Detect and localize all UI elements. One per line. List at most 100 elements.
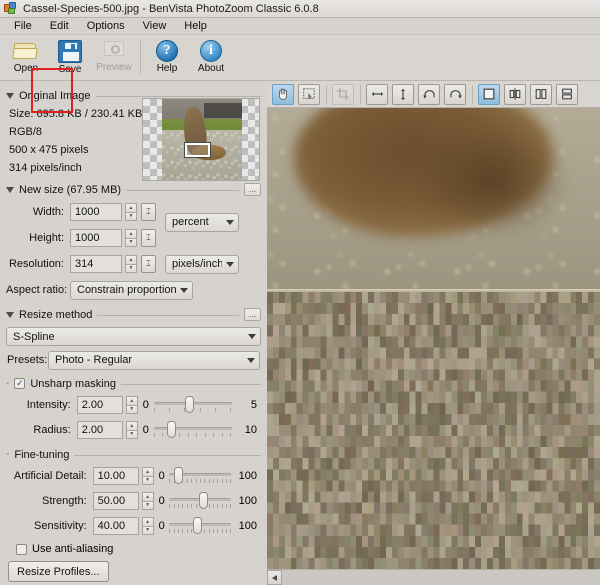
aspect-ratio-combo[interactable]: Constrain proportions <box>70 280 193 300</box>
resolution-row: Resolution: ▲▼ ⌶ pixels/inch <box>6 253 261 275</box>
sensitivity-slider-handle[interactable] <box>192 517 202 534</box>
sensitivity-input[interactable] <box>92 517 139 535</box>
radius-label: Radius: <box>33 424 71 436</box>
thumbnail-selection-rect[interactable] <box>185 143 210 157</box>
flip-horizontal-icon <box>371 92 383 96</box>
menu-edit[interactable]: Edit <box>42 19 77 33</box>
split-pane-icon <box>509 88 521 100</box>
section-rule <box>120 383 261 385</box>
original-image-title: Original Image <box>19 89 91 102</box>
view-single-button[interactable] <box>478 83 500 105</box>
scrollbar-track[interactable] <box>282 570 600 585</box>
width-input[interactable] <box>70 203 122 221</box>
marquee-select-tool[interactable] <box>298 83 320 105</box>
new-size-section-header[interactable]: New size (67.95 MB) ... <box>6 182 261 197</box>
flip-horizontal-button[interactable] <box>366 83 388 105</box>
intensity-slider[interactable] <box>153 396 232 414</box>
strength-max: 100 <box>238 495 257 507</box>
preview-top-smooth <box>267 108 600 289</box>
about-button[interactable]: i About <box>189 37 233 79</box>
section-rule <box>126 189 239 191</box>
presets-value: Photo - Regular <box>55 354 133 366</box>
rotate-left-icon <box>422 90 435 99</box>
menu-options[interactable]: Options <box>79 19 133 33</box>
strength-input[interactable] <box>92 492 139 510</box>
presets-combo[interactable]: Photo - Regular <box>48 350 260 370</box>
floppy-disk-icon <box>58 40 82 63</box>
artificial-detail-slider-handle[interactable] <box>174 467 184 484</box>
view-split-button[interactable] <box>504 83 526 105</box>
sensitivity-min: 0 <box>158 520 165 532</box>
height-lock-button[interactable]: ⌶ <box>141 229 156 247</box>
horizontal-scrollbar[interactable] <box>267 569 600 585</box>
height-stepper[interactable]: ▲ ▼ <box>125 229 137 247</box>
height-input[interactable] <box>70 229 122 247</box>
section-rule <box>97 314 239 316</box>
artificial-detail-input[interactable] <box>92 467 139 485</box>
strength-stepper[interactable]: ▲ ▼ <box>141 492 154 510</box>
radius-slider-handle[interactable] <box>166 421 176 438</box>
chevron-down-icon <box>226 261 234 267</box>
size-unit-combo[interactable]: percent <box>165 212 239 232</box>
flip-vertical-button[interactable] <box>392 83 414 105</box>
app-logo-icon <box>4 2 17 15</box>
resolution-stepper[interactable]: ▲ ▼ <box>125 255 137 273</box>
resize-profiles-button[interactable]: Resize Profiles... <box>8 561 109 582</box>
width-row: Width: ▲▼ ⌶ percent <box>6 201 261 232</box>
width-lock-button[interactable]: ⌶ <box>141 203 156 221</box>
save-button[interactable]: Save <box>48 37 92 79</box>
toolbar-separator <box>326 84 327 104</box>
strength-label: Strength: <box>41 495 87 507</box>
marquee-select-icon <box>303 88 315 100</box>
unsharp-masking-checkbox[interactable]: ✓ <box>14 378 26 389</box>
menu-help[interactable]: Help <box>176 19 215 33</box>
sensitivity-slider[interactable] <box>169 517 232 535</box>
resize-method-section-header[interactable]: Resize method ... <box>6 307 261 322</box>
help-button[interactable]: ? Help <box>145 37 189 79</box>
hand-tool[interactable] <box>272 83 294 105</box>
width-stepper[interactable]: ▲ ▼ <box>125 203 137 221</box>
preview-canvas[interactable] <box>267 108 600 569</box>
resolution-unit-combo[interactable]: pixels/inch <box>165 254 239 274</box>
artificial-detail-slider[interactable] <box>169 467 232 485</box>
intensity-input[interactable] <box>76 396 123 414</box>
resize-method-options-button[interactable]: ... <box>244 308 261 321</box>
image-thumbnail[interactable] <box>142 98 260 181</box>
intensity-stepper[interactable]: ▲ ▼ <box>125 396 138 414</box>
scroll-left-button[interactable] <box>267 570 282 585</box>
anti-aliasing-checkbox[interactable]: ✓ <box>16 543 27 555</box>
radius-input[interactable] <box>76 421 123 439</box>
menu-file[interactable]: File <box>6 19 40 33</box>
section-dash: - <box>6 448 10 460</box>
rotate-right-icon <box>449 90 462 99</box>
collapse-triangle-icon <box>6 311 14 318</box>
menu-view[interactable]: View <box>135 19 175 33</box>
height-label: Height: <box>29 232 64 244</box>
stacked-pane-icon <box>562 88 572 100</box>
unsharp-masking-header: - ✓ Unsharp masking <box>6 376 261 391</box>
chevron-down-icon <box>248 334 256 339</box>
view-side-by-side-button[interactable] <box>530 83 552 105</box>
resize-method-value: S-Spline <box>13 330 55 343</box>
radius-stepper[interactable]: ▲ ▼ <box>125 421 138 439</box>
intensity-slider-handle[interactable] <box>184 396 194 413</box>
sensitivity-stepper[interactable]: ▲ ▼ <box>141 517 154 535</box>
resolution-unit-value: pixels/inch <box>172 258 222 270</box>
strength-slider-handle[interactable] <box>199 492 209 509</box>
question-mark-icon: ? <box>156 40 178 62</box>
resize-method-combo[interactable]: S-Spline <box>6 327 261 346</box>
view-stacked-button[interactable] <box>556 83 578 105</box>
rotate-right-button[interactable] <box>444 83 466 105</box>
section-rule <box>95 95 261 97</box>
resolution-lock-button[interactable]: ⌶ <box>141 255 156 273</box>
artificial-detail-stepper[interactable]: ▲ ▼ <box>141 467 154 485</box>
open-button[interactable]: Open <box>4 37 48 79</box>
radius-slider[interactable] <box>153 421 232 439</box>
aspect-ratio-label: Aspect ratio: <box>6 284 68 296</box>
strength-slider[interactable] <box>169 492 232 510</box>
new-size-title: New size (67.95 MB) <box>19 183 122 196</box>
rotate-left-button[interactable] <box>418 83 440 105</box>
resolution-input[interactable] <box>70 255 122 273</box>
artificial-detail-min: 0 <box>158 470 165 482</box>
new-size-options-button[interactable]: ... <box>244 183 261 196</box>
